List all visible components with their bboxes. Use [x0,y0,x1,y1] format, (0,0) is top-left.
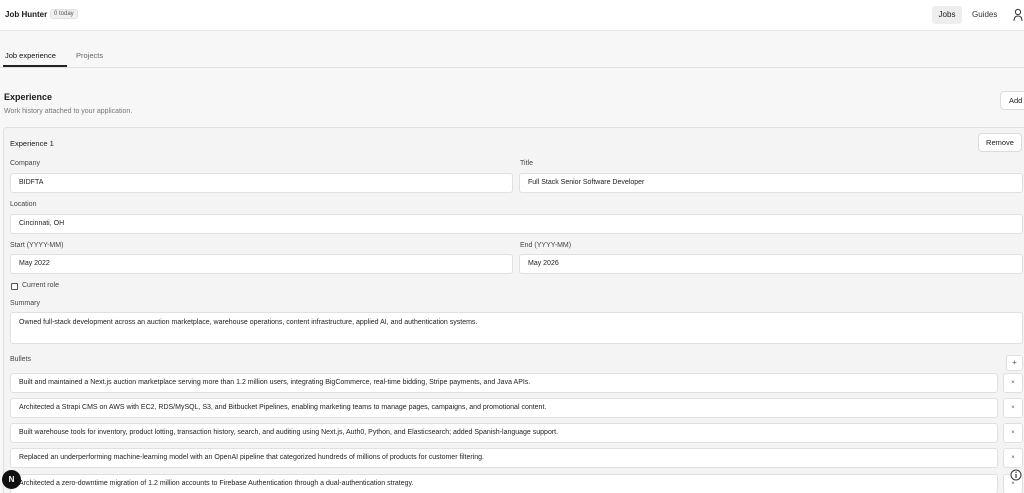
start-input[interactable]: May 2022 [10,254,513,274]
title-input[interactable]: Full Stack Senior Software Developer [519,173,1023,193]
user-icon[interactable] [1013,8,1023,22]
section-title: Experience [4,92,53,102]
tab-job-experience[interactable]: Job experience [5,51,56,60]
active-tab-indicator [3,65,67,67]
experience-title: Experience 1 [10,139,54,148]
app-title[interactable]: Job Hunter [5,10,47,19]
company-input[interactable]: BIDFTA [10,173,513,193]
location-input[interactable]: Cincinnati, OH [10,214,1023,234]
current-role-label[interactable]: Current role [22,282,59,289]
bullet-input[interactable]: Architected a Strapi CMS on AWS with EC2… [10,398,998,418]
tab-projects[interactable]: Projects [76,51,103,60]
bullets-label: Bullets [10,356,32,363]
nav-jobs[interactable]: Jobs [932,6,962,24]
remove-experience-button[interactable]: Remove [978,133,1022,152]
remove-bullet-button[interactable]: × [1003,423,1023,443]
n-badge[interactable]: N [2,470,21,489]
bullet-input[interactable]: Built warehouse tools for inventory, pro… [10,423,998,443]
start-label: Start (YYYY-MM) [10,242,64,249]
current-role-checkbox[interactable] [11,283,18,290]
end-label: End (YYYY-MM) [520,242,572,249]
company-label: Company [10,160,40,167]
location-label: Location [10,201,37,208]
summary-label: Summary [10,300,40,307]
top-bar: Job Hunter 0 today Jobs Guides [0,0,1024,31]
tab-bar: Job experience Projects [0,44,1024,68]
bullet-input[interactable]: Replaced an underperforming machine-lear… [10,448,998,468]
bullet-input[interactable]: Built and maintained a Next.js auction m… [10,373,998,393]
today-badge: 0 today [50,9,78,19]
title-label: Title [520,160,533,167]
remove-bullet-button[interactable]: × [1003,373,1023,393]
summary-textarea[interactable]: Owned full-stack development across an a… [10,312,1023,344]
nav-guides[interactable]: Guides [972,6,997,24]
end-input[interactable]: May 2026 [519,254,1023,274]
add-bullet-button[interactable]: + [1006,355,1023,371]
bullet-input[interactable]: Architected a zero-downtime migration of… [10,474,998,493]
remove-bullet-button[interactable]: × [1003,398,1023,418]
add-experience-button[interactable]: Add [1000,91,1024,110]
info-icon[interactable] [1010,469,1022,481]
section-subtitle: Work history attached to your applicatio… [4,108,133,115]
remove-bullet-button[interactable]: × [1003,448,1023,468]
